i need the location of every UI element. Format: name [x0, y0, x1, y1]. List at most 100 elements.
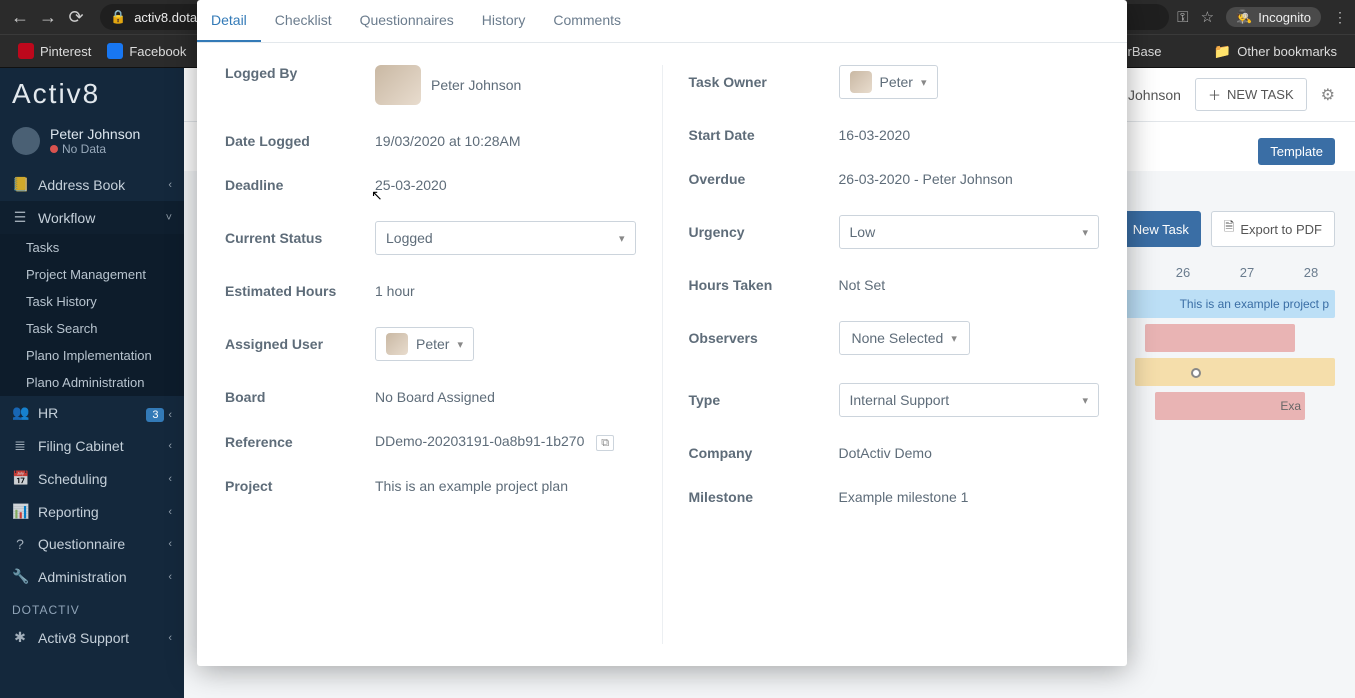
nav-label: Administration: [38, 569, 127, 585]
nav-tasks[interactable]: Tasks: [0, 234, 184, 261]
bookmark-pinterest[interactable]: Pinterest: [10, 39, 99, 63]
forward-button[interactable]: →: [36, 5, 60, 29]
task-detail-modal: Detail Checklist Questionnaires History …: [197, 0, 1127, 666]
nav-questionnaire[interactable]: ?Questionnaire ‹: [0, 528, 184, 560]
avatar: [12, 127, 40, 155]
other-bookmarks[interactable]: 📁 Other bookmarks: [1206, 39, 1345, 64]
field-estimated-hours: Estimated Hours 1 hour: [225, 283, 636, 299]
status-dot-icon: [50, 145, 58, 153]
other-bookmarks-label: Other bookmarks: [1237, 44, 1337, 59]
nav-activ8-support[interactable]: ✱Activ8 Support ‹: [0, 621, 184, 654]
date-logged-value: 19/03/2020 at 10:28AM: [375, 133, 636, 149]
user-name: Peter Johnson: [50, 126, 140, 142]
nav-filing-cabinet[interactable]: ≣Filing Cabinet ‹: [0, 429, 184, 462]
chevron-left-icon: ‹: [168, 409, 172, 421]
chevron-down-icon: ▾: [921, 76, 927, 89]
user-block[interactable]: Peter Johnson No Data: [0, 120, 184, 168]
chevron-left-icon: ‹: [168, 506, 172, 518]
kebab-menu-icon[interactable]: ⋮: [1333, 9, 1347, 26]
field-logged-by: Logged By Peter Johnson: [225, 65, 636, 105]
nav-plano-administration[interactable]: Plano Administration: [0, 369, 184, 396]
field-project: Project This is an example project plan: [225, 478, 636, 494]
field-reference: Reference DDemo-20203191-0a8b91-1b270 ⧉: [225, 433, 636, 450]
star-icon[interactable]: ☆: [1201, 8, 1214, 26]
tab-comments[interactable]: Comments: [539, 0, 635, 42]
chevron-down-icon: ▾: [619, 232, 625, 245]
task-owner-select[interactable]: Peter ▾: [839, 65, 938, 99]
board-label: Board: [225, 389, 375, 405]
incognito-badge: 🕵 Incognito: [1226, 7, 1321, 27]
export-label: Export to PDF: [1240, 222, 1322, 237]
type-select[interactable]: Internal Support ▾: [839, 383, 1100, 417]
copy-icon[interactable]: ⧉: [596, 435, 614, 451]
logged-by-label: Logged By: [225, 65, 375, 81]
nav-administration[interactable]: 🔧Administration ‹: [0, 560, 184, 593]
export-pdf-button[interactable]: 🗎 Export to PDF: [1211, 211, 1335, 247]
select-value: None Selected: [852, 330, 944, 346]
chevron-down-icon: ˅: [166, 212, 172, 224]
sidebar: Activ8 Peter Johnson No Data 📒Address Bo…: [0, 68, 184, 698]
reload-button[interactable]: ⟳: [64, 5, 88, 29]
nav-address-book[interactable]: 📒Address Book ‹: [0, 168, 184, 201]
chevron-down-icon: ▾: [1082, 226, 1088, 239]
back-button[interactable]: ←: [8, 5, 32, 29]
gantt-bar[interactable]: Exa: [1155, 392, 1305, 420]
lock-icon: 🔒: [110, 9, 126, 25]
assigned-user-select[interactable]: Peter ▾: [375, 327, 474, 361]
folder-icon: 📁: [1214, 43, 1231, 60]
select-value: Low: [850, 224, 876, 240]
field-milestone: Milestone Example milestone 1: [689, 489, 1100, 505]
overdue-value: 26-03-2020 - Peter Johnson: [839, 171, 1100, 187]
chevron-left-icon: ‹: [168, 632, 172, 644]
observers-select[interactable]: None Selected ▾: [839, 321, 970, 355]
nav-task-search[interactable]: Task Search: [0, 315, 184, 342]
cabinet-icon: ≣: [12, 437, 28, 454]
chevron-left-icon: ‹: [168, 473, 172, 485]
field-hours-taken: Hours Taken Not Set: [689, 277, 1100, 293]
tab-detail[interactable]: Detail: [197, 0, 261, 42]
chevron-down-icon: ▾: [457, 338, 463, 351]
gantt-bar[interactable]: [1135, 358, 1335, 386]
nav-label: HR: [38, 405, 58, 421]
incognito-label: Incognito: [1258, 10, 1311, 25]
nav-task-history[interactable]: Task History: [0, 288, 184, 315]
nav-project-management[interactable]: Project Management: [0, 261, 184, 288]
current-status-select[interactable]: Logged ▾: [375, 221, 636, 255]
gantt-bar[interactable]: [1145, 324, 1295, 352]
nav-label: Scheduling: [38, 471, 107, 487]
user-status-label: No Data: [62, 142, 106, 156]
milestone-value: Example milestone 1: [839, 489, 1100, 505]
observers-label: Observers: [689, 330, 839, 346]
nav-hr[interactable]: 👥HR 3 ‹: [0, 396, 184, 429]
field-date-logged: Date Logged 19/03/2020 at 10:28AM: [225, 133, 636, 149]
nav-label: Workflow: [38, 210, 95, 226]
incognito-icon: 🕵: [1236, 9, 1252, 25]
nav-label: Reporting: [38, 504, 99, 520]
project-label: Project: [225, 478, 375, 494]
nav-workflow[interactable]: ☰Workflow ˅: [0, 201, 184, 234]
gantt-bar-project[interactable]: This is an example project p: [1105, 290, 1335, 318]
hours-taken-label: Hours Taken: [689, 277, 839, 293]
hours-taken-value: Not Set: [839, 277, 1100, 293]
bookmark-facebook[interactable]: Facebook: [99, 39, 194, 63]
reference-label: Reference: [225, 434, 375, 450]
tab-history[interactable]: History: [468, 0, 540, 42]
gear-icon[interactable]: ⚙: [1321, 85, 1335, 105]
urgency-select[interactable]: Low ▾: [839, 215, 1100, 249]
project-value: This is an example project plan: [375, 478, 636, 494]
company-value: DotActiv Demo: [839, 445, 1100, 461]
key-icon[interactable]: ⚿: [1177, 9, 1188, 26]
select-value: Logged: [386, 230, 433, 246]
new-task-button[interactable]: ＋ NEW TASK: [1195, 78, 1307, 111]
tab-checklist[interactable]: Checklist: [261, 0, 346, 42]
nav-scheduling[interactable]: 📅Scheduling ‹: [0, 462, 184, 495]
template-button[interactable]: Template: [1258, 138, 1335, 165]
gantt-new-task-button[interactable]: New Task: [1121, 211, 1201, 247]
milestone-label: Milestone: [689, 489, 839, 505]
field-overdue: Overdue 26-03-2020 - Peter Johnson: [689, 171, 1100, 187]
nav-plano-implementation[interactable]: Plano Implementation: [0, 342, 184, 369]
tab-questionnaires[interactable]: Questionnaires: [346, 0, 468, 42]
detail-left-column: Logged By Peter Johnson Date Logged 19/0…: [225, 65, 662, 644]
nav-reporting[interactable]: 📊Reporting ‹: [0, 495, 184, 528]
nav-label: Filing Cabinet: [38, 438, 124, 454]
